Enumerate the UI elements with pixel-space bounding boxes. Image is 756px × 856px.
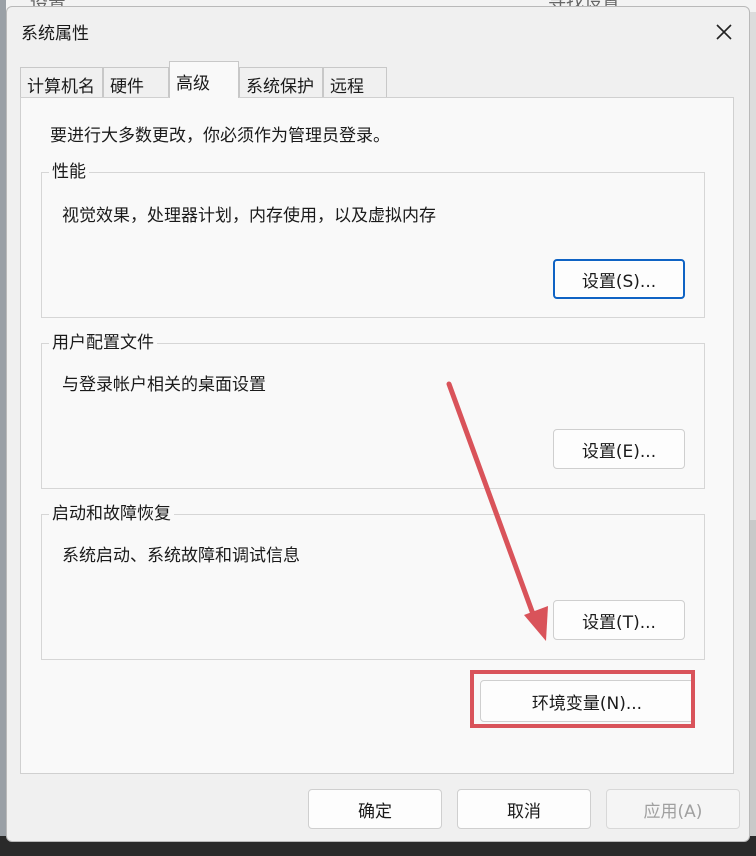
performance-group: 性能 视觉效果，处理器计划，内存使用，以及虚拟内存 设置(S)...: [41, 157, 705, 318]
close-icon: [716, 24, 732, 40]
dialog-title: 系统属性: [21, 24, 89, 44]
title-bar: 系统属性: [7, 7, 749, 55]
highlight-box: [470, 670, 695, 728]
tab-advanced[interactable]: 高级: [169, 61, 239, 98]
performance-settings-button[interactable]: 设置(S)...: [553, 259, 685, 299]
admin-notice: 要进行大多数更改，你必须作为管理员登录。: [50, 126, 390, 146]
ok-button[interactable]: 确定: [308, 789, 442, 829]
startup-recovery-description: 系统启动、系统故障和调试信息: [62, 546, 300, 566]
cancel-button[interactable]: 取消: [457, 789, 591, 829]
user-profiles-group-label: 用户配置文件: [49, 328, 157, 353]
startup-recovery-settings-button[interactable]: 设置(T)...: [553, 600, 685, 640]
tab-remote[interactable]: 远程: [323, 67, 387, 97]
tab-system-protection[interactable]: 系统保护: [239, 67, 323, 97]
user-profiles-group: 用户配置文件 与登录帐户相关的桌面设置 设置(E)...: [41, 328, 705, 489]
close-button[interactable]: [707, 15, 741, 49]
user-profiles-settings-button[interactable]: 设置(E)...: [553, 429, 685, 469]
performance-group-label: 性能: [49, 157, 89, 182]
tab-computer-name[interactable]: 计算机名: [20, 67, 103, 97]
performance-description: 视觉效果，处理器计划，内存使用，以及虚拟内存: [62, 206, 436, 226]
apply-button[interactable]: 应用(A): [606, 789, 740, 829]
tab-hardware[interactable]: 硬件: [103, 67, 169, 97]
user-profiles-description: 与登录帐户相关的桌面设置: [62, 375, 266, 395]
startup-recovery-group: 启动和故障恢复 系统启动、系统故障和调试信息 设置(T)...: [41, 499, 705, 660]
startup-recovery-group-label: 启动和故障恢复: [49, 499, 174, 524]
